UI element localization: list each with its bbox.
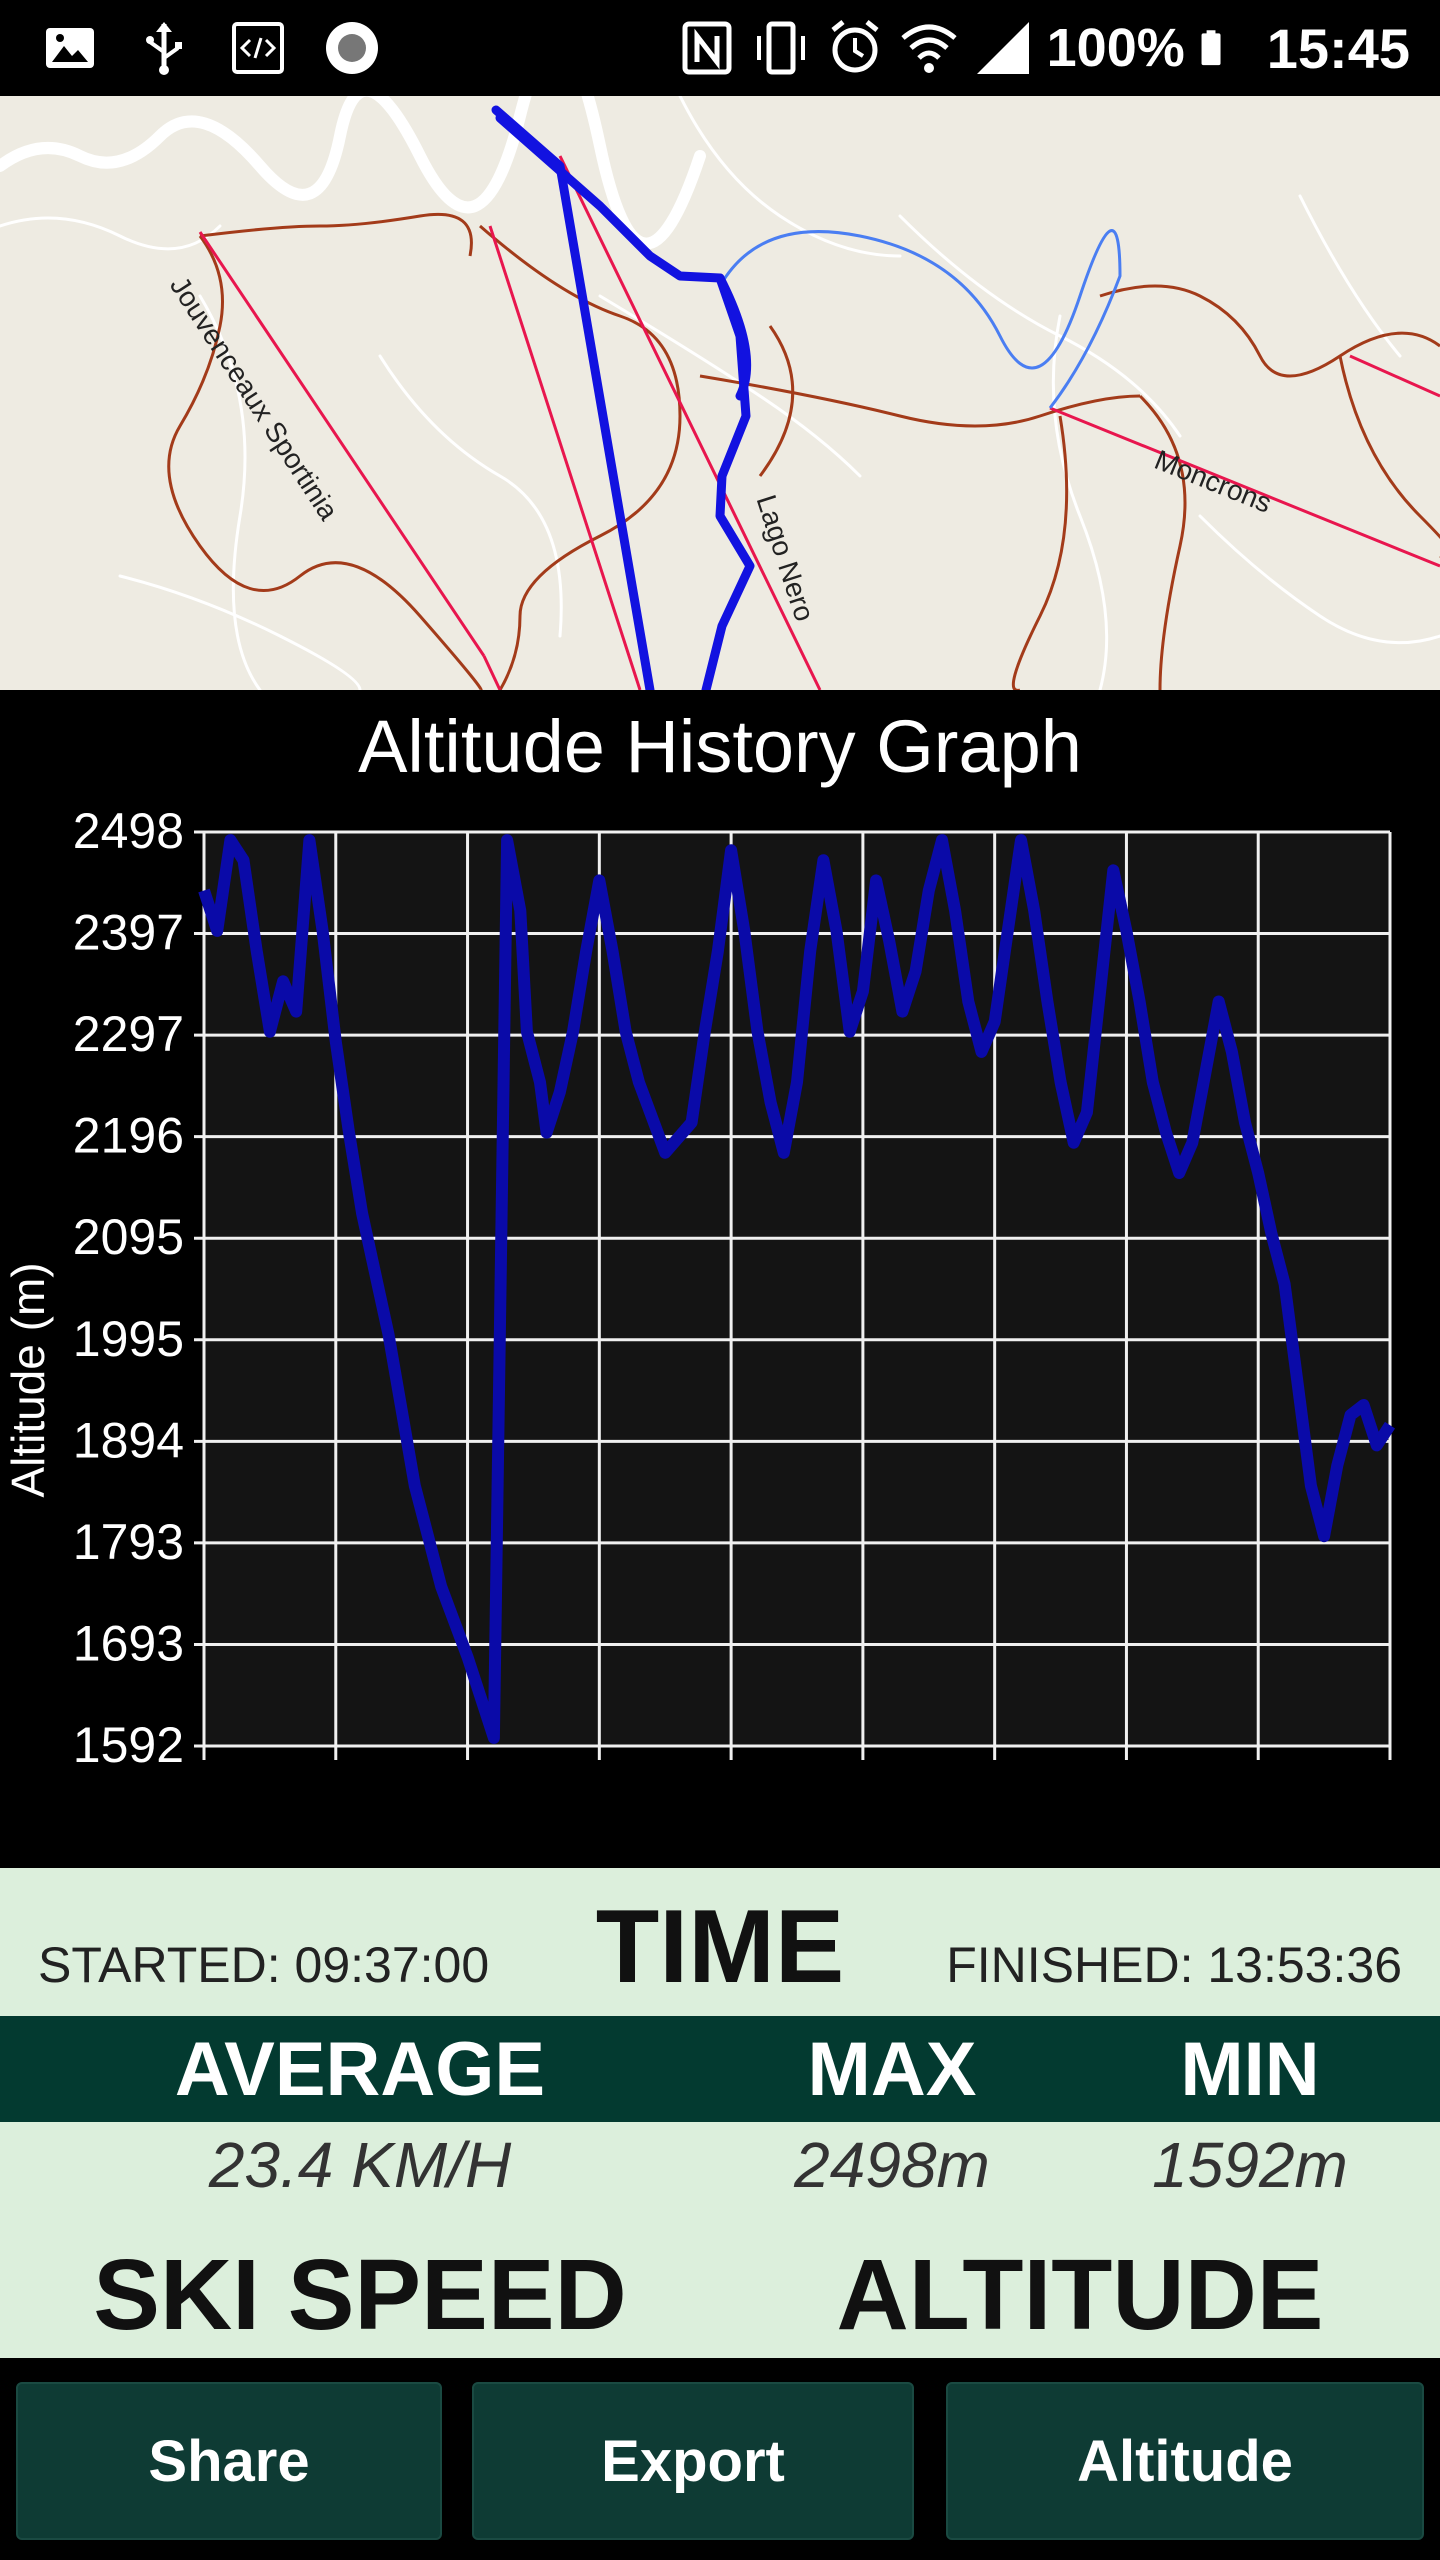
altitude-label: ALTITUDE [836, 2239, 1324, 2351]
record-icon [326, 22, 378, 74]
status-left-icons [40, 18, 382, 78]
image-icon [46, 28, 94, 68]
battery-icon [1201, 30, 1221, 66]
chart-y-tick-label: 2397 [73, 905, 184, 961]
chart-y-tick-label: 1592 [73, 1717, 184, 1773]
altitude-button[interactable]: Altitude [946, 2382, 1424, 2540]
stats-values: 23.4 KM/H 2498m 1592m [0, 2122, 1440, 2212]
chart-y-axis-label: Altitude (m) [2, 1262, 54, 1497]
min-header: MIN [1180, 2027, 1320, 2112]
share-button[interactable]: Share [16, 2382, 442, 2540]
time-row: STARTED: 09:37:00 TIME FINISHED: 13:53:3… [0, 1868, 1440, 2016]
ski-speed-label: SKI SPEED [93, 2239, 627, 2351]
altitude-graph-section: 2498 2397 2297 2196 2095 1995 1894 1793 1693 1592… [0, 690, 1440, 1868]
average-value: 23.4 KM/H [208, 2129, 512, 2201]
wifi-icon [901, 24, 957, 73]
status-right-icons: 100% 15:45 [677, 14, 1410, 82]
stats-header-band: AVERAGE MAX MIN [0, 2016, 1440, 2122]
chart-y-tick-label: 2297 [73, 1006, 184, 1062]
battery-percent: 100% [1046, 18, 1185, 78]
code-icon [232, 22, 284, 74]
status-clock: 15:45 [1266, 16, 1410, 80]
signal-icon [976, 22, 1029, 74]
action-bar: Share Export Altitude [0, 2358, 1440, 2560]
alarm-icon [831, 20, 879, 73]
max-value: 2498m [794, 2129, 990, 2201]
chart-y-tick-label: 2498 [73, 803, 184, 859]
nfc-icon [682, 21, 732, 75]
vibrate-icon [756, 21, 805, 75]
chart-y-tick-label: 2095 [73, 1209, 184, 1265]
max-header: MAX [807, 2027, 977, 2112]
stats-panel: STARTED: 09:37:00 TIME FINISHED: 13:53:3… [0, 1868, 1440, 2358]
export-button[interactable]: Export [472, 2382, 914, 2540]
chart-y-tick-label: 2196 [73, 1108, 184, 1164]
chart-y-tick-label: 1693 [73, 1615, 184, 1671]
finished-time: FINISHED: 13:53:36 [946, 1937, 1402, 1993]
altitude-chart: 2498 2397 2297 2196 2095 1995 1894 1793 1693 1592… [2, 803, 1396, 1773]
average-header: AVERAGE [174, 2027, 546, 2112]
min-value: 1592m [1152, 2129, 1348, 2201]
chart-title: Altitude History Graph [358, 705, 1082, 788]
chart-y-tick-label: 1894 [73, 1412, 184, 1468]
usb-icon [146, 22, 182, 75]
status-bar: 100% 15:45 [0, 0, 1440, 96]
chart-y-tick-label: 1995 [73, 1311, 184, 1367]
map-view[interactable]: Jouvenceaux Sportinia Lago Nero Moncrons [0, 96, 1440, 690]
chart-y-tick-label: 1793 [73, 1514, 184, 1570]
map-canvas[interactable] [0, 96, 1440, 690]
